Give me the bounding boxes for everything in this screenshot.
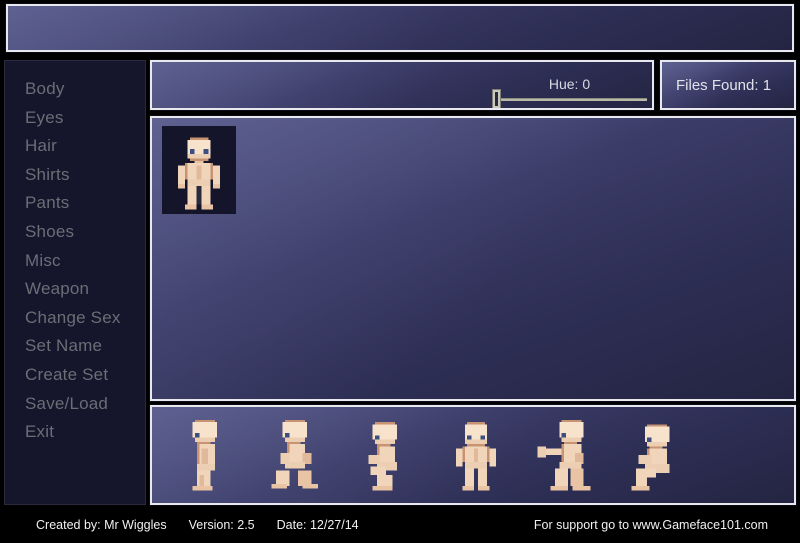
footer-date: Date: 12/27/14 bbox=[276, 518, 359, 532]
sidebar-item-create-set[interactable]: Create Set bbox=[5, 361, 145, 390]
files-found-label: Files Found: 1 bbox=[676, 76, 772, 94]
title-bar bbox=[5, 3, 795, 53]
footer-left-group: Created by: Mr Wiggles Version: 2.5 Date… bbox=[36, 518, 359, 532]
character-front-idle-icon bbox=[178, 137, 220, 210]
sprite-frame-punch[interactable] bbox=[530, 411, 602, 495]
files-found-box: Files Found: 1 bbox=[659, 59, 797, 111]
sprite-frame-sit[interactable] bbox=[620, 411, 692, 495]
sidebar-item-shirts[interactable]: Shirts bbox=[5, 161, 145, 190]
footer-bar: Created by: Mr Wiggles Version: 2.5 Date… bbox=[0, 509, 800, 543]
app-window: Body Eyes Hair Shirts Pants Shoes Misc W… bbox=[0, 0, 800, 543]
sidebar-item-exit[interactable]: Exit bbox=[5, 418, 145, 447]
sidebar-item-hair[interactable]: Hair bbox=[5, 132, 145, 161]
footer-support-text: For support go to www.Gameface101.com bbox=[533, 518, 768, 532]
sidebar-item-body[interactable]: Body bbox=[5, 75, 145, 104]
sidebar-item-weapon[interactable]: Weapon bbox=[5, 275, 145, 304]
character-crouch-icon bbox=[368, 422, 398, 491]
character-punch-icon bbox=[537, 419, 591, 491]
sidebar-item-eyes[interactable]: Eyes bbox=[5, 104, 145, 133]
sidebar-item-change-sex[interactable]: Change Sex bbox=[5, 304, 145, 333]
sidebar-item-save-load[interactable]: Save/Load bbox=[5, 390, 145, 419]
sidebar-item-shoes[interactable]: Shoes bbox=[5, 218, 145, 247]
footer-created-by: Created by: Mr Wiggles bbox=[36, 518, 167, 532]
hue-slider-track[interactable] bbox=[500, 98, 647, 101]
sidebar-menu: Body Eyes Hair Shirts Pants Shoes Misc W… bbox=[3, 59, 147, 506]
sprite-thumbnail-tile[interactable] bbox=[162, 126, 236, 214]
sprite-frame-walk[interactable] bbox=[260, 411, 332, 495]
sidebar-item-misc[interactable]: Misc bbox=[5, 247, 145, 276]
sprite-frame-side-idle[interactable] bbox=[170, 411, 242, 495]
hue-slider-handle[interactable] bbox=[492, 89, 501, 108]
hue-bar-panel: Hue: 0 bbox=[149, 59, 655, 111]
character-side-idle-icon bbox=[192, 419, 218, 491]
character-front-idle-frame-icon bbox=[456, 422, 496, 491]
sprite-frame-crouch[interactable] bbox=[350, 411, 422, 495]
character-walk-icon bbox=[271, 419, 319, 489]
sidebar-item-set-name[interactable]: Set Name bbox=[5, 332, 145, 361]
hue-slider-label: Hue: 0 bbox=[548, 76, 591, 92]
animation-strip-panel bbox=[149, 404, 797, 506]
footer-version: Version: 2.5 bbox=[188, 518, 255, 532]
hue-slider[interactable]: Hue: 0 bbox=[492, 76, 647, 108]
preview-canvas[interactable] bbox=[149, 115, 797, 402]
sprite-frame-front-idle[interactable] bbox=[440, 411, 512, 495]
character-sit-icon bbox=[631, 424, 670, 491]
sidebar-item-pants[interactable]: Pants bbox=[5, 189, 145, 218]
